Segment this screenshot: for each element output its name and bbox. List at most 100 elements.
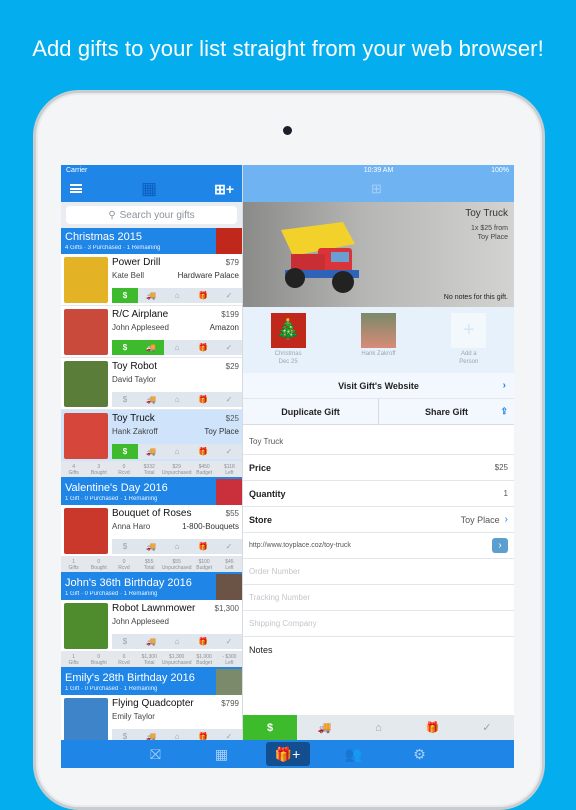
- event-summary: 1 Gift · 0 Purchased · 1 Remaining: [65, 591, 158, 597]
- arrived-step-icon[interactable]: ⌂: [164, 392, 190, 407]
- wrapped-step-icon[interactable]: 🎁: [190, 539, 216, 554]
- detail-subtitle-line1: 1x $25 from: [471, 225, 508, 232]
- gift-store: Amazon: [209, 323, 239, 332]
- gift-row[interactable]: Toy Truck $25 Hank Zakroff Toy Place $ 🚚 ⌂ 🎁 ✓: [61, 410, 242, 462]
- purchased-step-icon[interactable]: $: [112, 392, 138, 407]
- wrapped-step-icon[interactable]: 🎁: [406, 715, 460, 740]
- wrapped-step-icon[interactable]: 🎁: [190, 288, 216, 303]
- purchased-step-icon[interactable]: $: [112, 729, 138, 740]
- arrived-step-icon[interactable]: ⌂: [164, 539, 190, 554]
- person-sublabel: Dec 25: [278, 359, 298, 365]
- arrived-step-icon[interactable]: ⌂: [351, 715, 405, 740]
- given-step-icon[interactable]: ✓: [216, 340, 242, 355]
- add-person-button[interactable]: + Add a Person: [439, 313, 499, 373]
- person-hank[interactable]: Hank Zakroff: [348, 313, 408, 373]
- shipped-step-icon[interactable]: 🚚: [138, 288, 164, 303]
- given-step-icon[interactable]: ✓: [216, 444, 242, 459]
- event-summary: 4 Gifts · 3 Purchased · 1 Remaining: [65, 245, 161, 251]
- gift-price: $55: [225, 509, 239, 518]
- order-number-field[interactable]: Order Number: [243, 559, 514, 585]
- given-step-icon[interactable]: ✓: [216, 729, 242, 740]
- gift-recipient: Hank Zakroff: [112, 427, 158, 436]
- gift-price: $79: [225, 258, 239, 267]
- purchased-step-icon[interactable]: $: [112, 288, 138, 303]
- shipped-step-icon[interactable]: 🚚: [138, 444, 164, 459]
- event-header[interactable]: Emily's 28th Birthday 2016 1 Gift · 0 Pur…: [61, 669, 242, 695]
- url-field[interactable]: http://www.toyplace.coz/toy-truck ›: [243, 533, 514, 559]
- gift-row[interactable]: Robot Lawnmower $1,300 John Appleseed $ 🚚 ⌂ 🎁 ✓: [61, 600, 242, 652]
- gift-progress-steps: $ 🚚 ⌂ 🎁 ✓: [112, 288, 242, 303]
- tracking-number-field[interactable]: Tracking Number: [243, 585, 514, 611]
- arrived-step-icon[interactable]: ⌂: [164, 444, 190, 459]
- wrapped-step-icon[interactable]: 🎁: [190, 340, 216, 355]
- arrived-step-icon[interactable]: ⌂: [164, 288, 190, 303]
- wrapped-step-icon[interactable]: 🎁: [190, 634, 216, 649]
- given-step-icon[interactable]: ✓: [216, 288, 242, 303]
- gift-progress-steps: $ 🚚 ⌂ 🎁 ✓: [112, 634, 242, 649]
- gift-name-field[interactable]: Toy Truck: [243, 429, 514, 455]
- purchased-step-icon[interactable]: $: [112, 444, 138, 459]
- gift-image: [64, 698, 108, 740]
- shipped-step-icon[interactable]: 🚚: [297, 715, 351, 740]
- duplicate-gift-button[interactable]: Duplicate Gift: [243, 399, 379, 424]
- shipped-step-icon[interactable]: 🚚: [138, 539, 164, 554]
- purchased-step-icon[interactable]: $: [112, 539, 138, 554]
- arrived-step-icon[interactable]: ⌂: [164, 729, 190, 740]
- stat-label: Unpurchased: [161, 470, 192, 476]
- add-gift-icon[interactable]: ⊞+: [214, 181, 234, 198]
- menu-icon[interactable]: [70, 184, 82, 193]
- visit-website-button[interactable]: Visit Gift's Website ›: [243, 373, 514, 399]
- tab-people[interactable]: 👥: [332, 742, 376, 766]
- tab-gifts[interactable]: ⛝: [134, 742, 178, 766]
- event-christmas[interactable]: 🎄 Christmas Dec 25: [258, 313, 318, 373]
- search-input[interactable]: ⚲ Search your gifts: [66, 206, 237, 224]
- gift-store: Hardware Palace: [177, 271, 239, 280]
- shipped-step-icon[interactable]: 🚚: [138, 340, 164, 355]
- gift-row[interactable]: Power Drill $79 Kate Bell Hardware Palace $ 🚚…: [61, 254, 242, 306]
- purchased-step-icon[interactable]: $: [112, 634, 138, 649]
- stat-item: $100 Budget: [192, 559, 217, 572]
- given-step-icon[interactable]: ✓: [216, 634, 242, 649]
- tab-settings[interactable]: ⚙: [398, 742, 442, 766]
- given-step-icon[interactable]: ✓: [216, 392, 242, 407]
- price-field[interactable]: Price $25: [243, 455, 514, 481]
- event-header[interactable]: Valentine's Day 2016 1 Gift · 0 Purchased…: [61, 479, 242, 505]
- tab-calendar[interactable]: ▦: [200, 742, 244, 766]
- purchased-step-icon[interactable]: $: [243, 715, 298, 740]
- wrapped-step-icon[interactable]: 🎁: [190, 392, 216, 407]
- shipped-step-icon[interactable]: 🚚: [138, 634, 164, 649]
- wrapped-step-icon[interactable]: 🎁: [190, 444, 216, 459]
- open-url-button[interactable]: ›: [492, 538, 508, 553]
- stat-label: Rcvd: [118, 660, 130, 666]
- share-gift-button[interactable]: Share Gift ⇪: [379, 399, 514, 424]
- given-step-icon[interactable]: ✓: [460, 715, 514, 740]
- gift-name: Bouquet of Roses: [112, 508, 192, 519]
- shipping-company-field[interactable]: Shipping Company: [243, 611, 514, 637]
- wrapped-step-icon[interactable]: 🎁: [190, 729, 216, 740]
- given-step-icon[interactable]: ✓: [216, 539, 242, 554]
- gift-row[interactable]: Toy Robot $29 David Taylor $ 🚚 ⌂ 🎁 ✓: [61, 358, 242, 410]
- stat-label: Gifts: [68, 470, 79, 476]
- arrived-step-icon[interactable]: ⌂: [164, 634, 190, 649]
- gift-row[interactable]: Bouquet of Roses $55 Anna Haro 1-800-Bouque…: [61, 505, 242, 557]
- stat-item: 0 Bought: [86, 654, 111, 667]
- price-value: $25: [494, 463, 508, 472]
- stat-item: 0 Rcvd: [111, 464, 136, 477]
- gift-row[interactable]: Flying Quadcopter $799 Emily Taylor $ 🚚 ⌂ 🎁 ✓: [61, 695, 242, 740]
- gift-price: $799: [221, 699, 239, 708]
- order-number-placeholder: Order Number: [249, 567, 301, 576]
- gift-progress-steps: $ 🚚 ⌂ 🎁 ✓: [112, 340, 242, 355]
- store-field[interactable]: Store Toy Place ›: [243, 507, 514, 533]
- purchased-step-icon[interactable]: $: [112, 340, 138, 355]
- event-header[interactable]: Christmas 2015 4 Gifts · 3 Purchased · 1 …: [61, 228, 242, 254]
- arrived-step-icon[interactable]: ⌂: [164, 340, 190, 355]
- quantity-field[interactable]: Quantity 1: [243, 481, 514, 507]
- shipped-step-icon[interactable]: 🚚: [138, 392, 164, 407]
- gift-row[interactable]: R/C Airplane $199 John Appleseed Amazon $ 🚚 ⌂ 🎁…: [61, 306, 242, 358]
- tab-add-gift[interactable]: 🎁+: [265, 742, 310, 766]
- notes-field[interactable]: Notes: [243, 637, 514, 663]
- shipped-step-icon[interactable]: 🚚: [138, 729, 164, 740]
- gift-recipient: David Taylor: [112, 375, 156, 384]
- event-header[interactable]: John's 36th Birthday 2016 1 Gift · 0 Purc…: [61, 574, 242, 600]
- stat-item: 1 Gifts: [61, 654, 86, 667]
